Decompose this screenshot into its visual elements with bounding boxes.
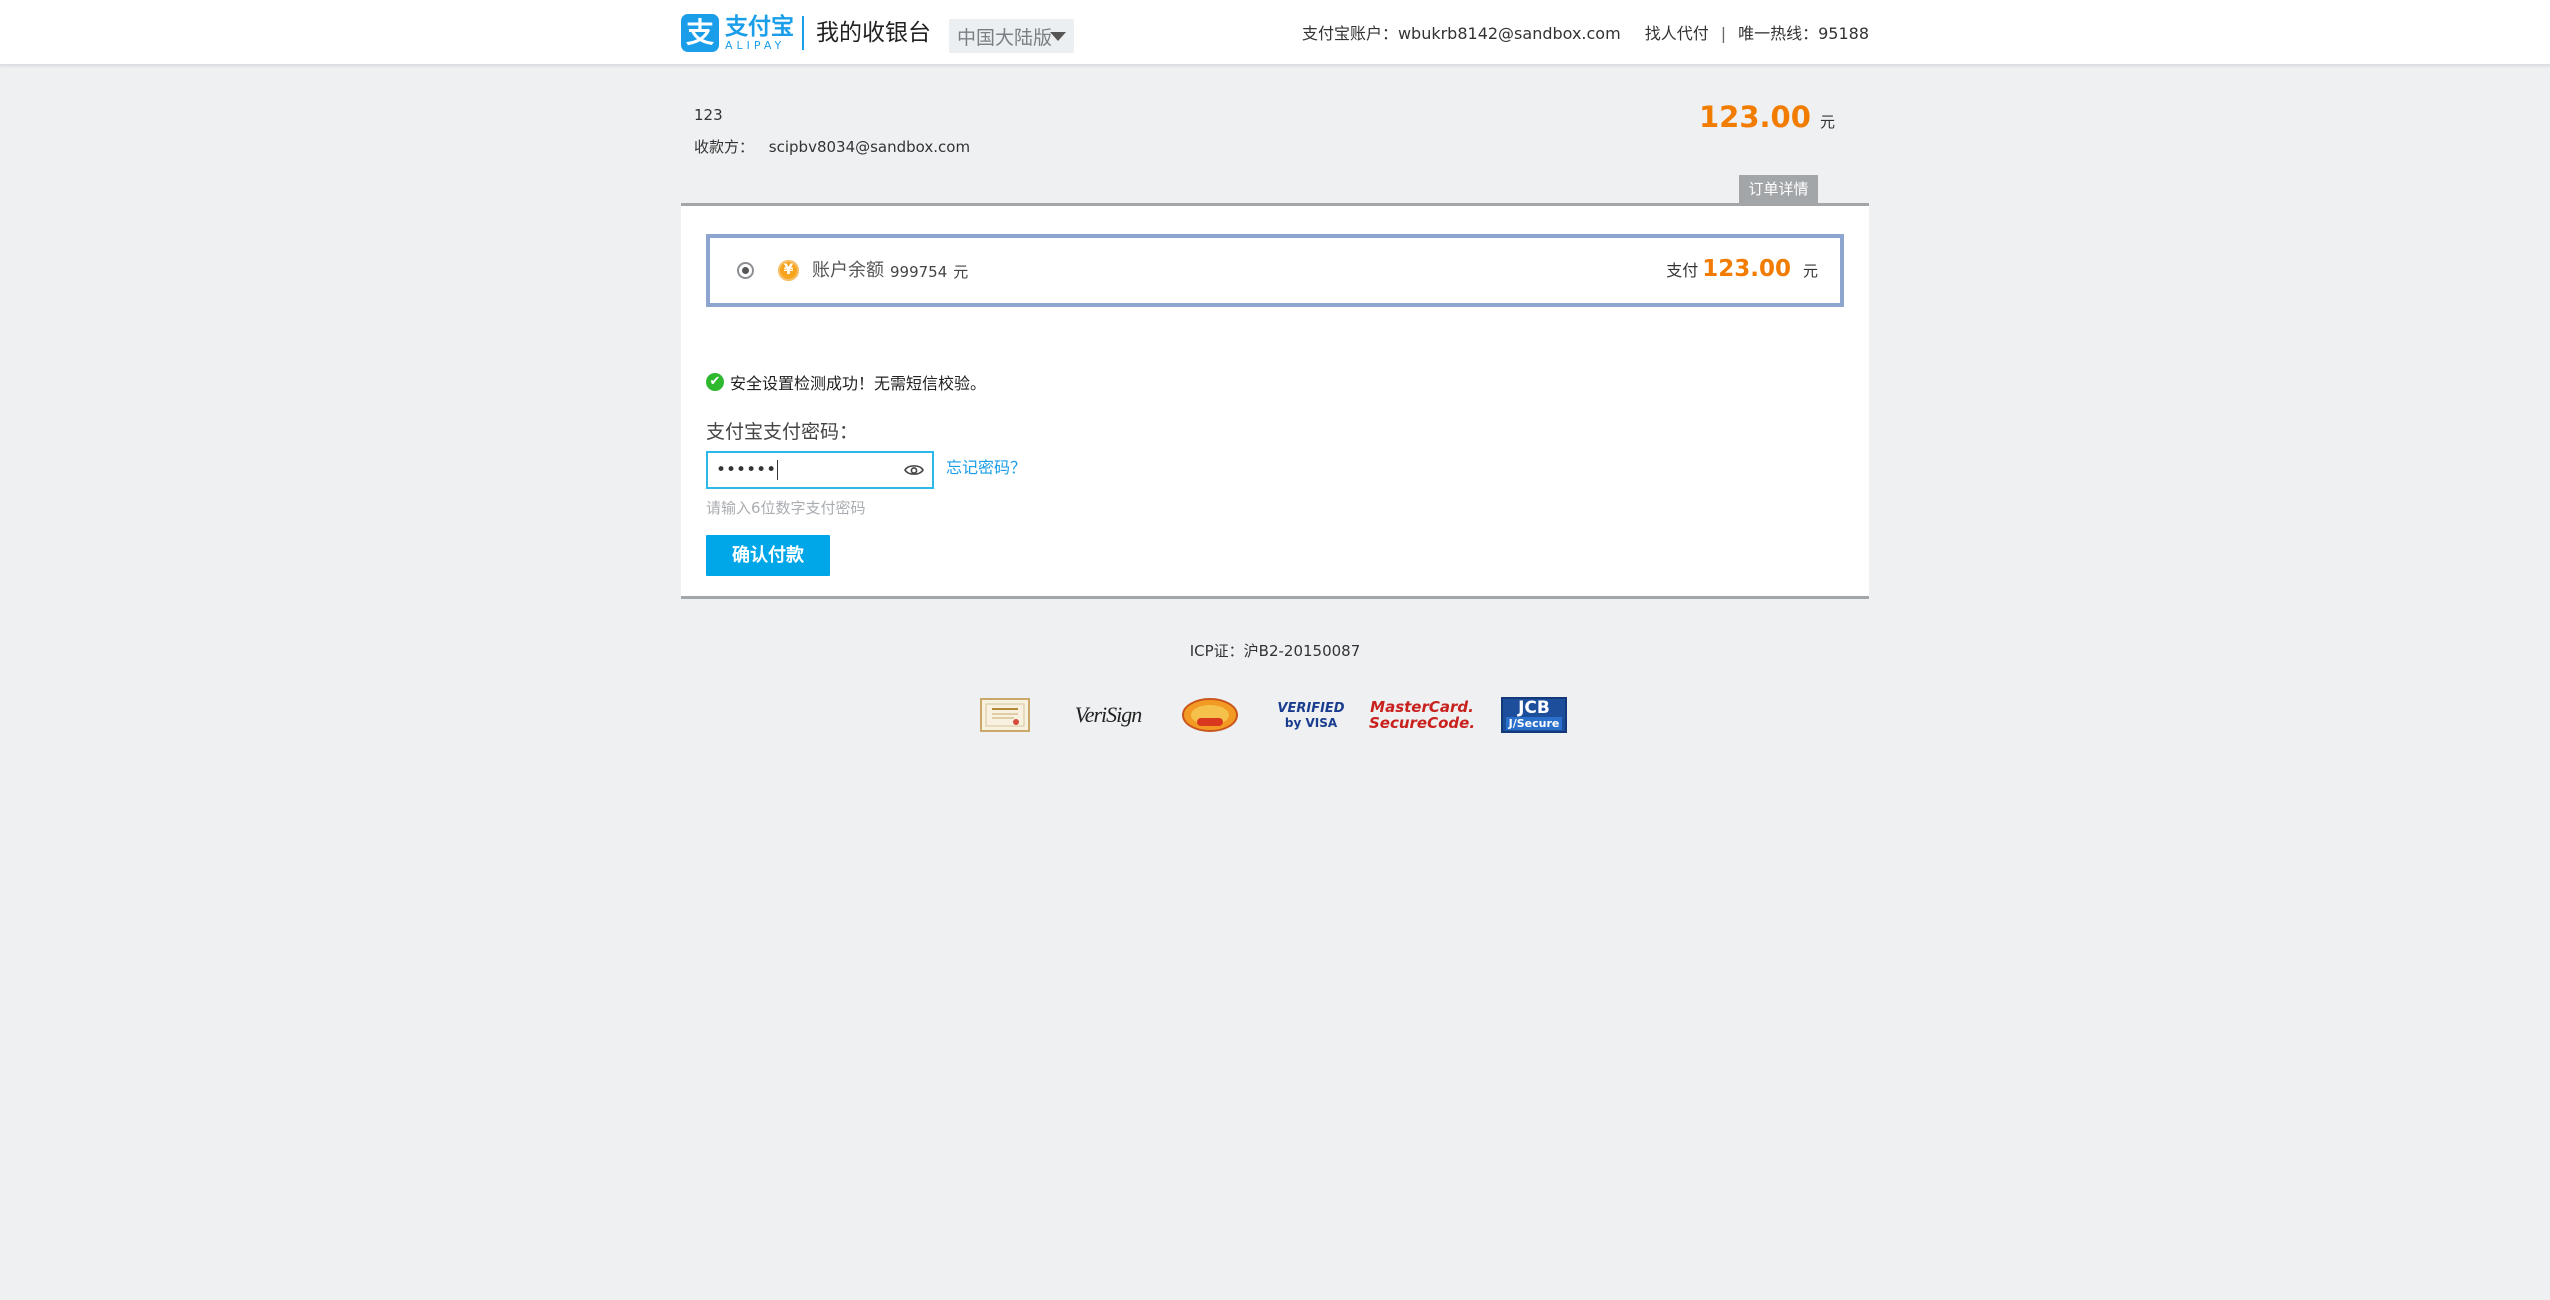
icp-license: ICP证：沪B2-20150087 [1189,642,1361,660]
confirm-payment-button[interactable]: 确认付款 [706,535,830,576]
payee-row: 收款方： scipbv8034@sandbox.com [694,136,970,158]
pay-amount-unit: 元 [1802,262,1818,280]
balance-value: 999754 元 [890,261,968,283]
order-amount-value: 123.00 [1698,100,1811,134]
order-amount: 123.00 元 [1699,100,1835,134]
page-title: 我的收银台 [816,20,931,46]
jcb-line2: J/Secure [1505,717,1563,730]
alipay-logo-icon: 支 [681,14,719,52]
logo-english-text: ALIPAY [725,38,786,52]
eye-icon[interactable] [904,462,924,478]
payment-panel: ¥ 账户余额 999754 元 支付 123.00 元 ✔ 安全设置检测成功！无需… [681,203,1869,599]
pay-label: 支付 [1666,261,1699,280]
header-separator: | [1720,24,1727,43]
balance-unit: 元 [953,263,969,281]
security-certificates: VeriSign VERIFIED by VISA MasterCard. Se… [980,690,1580,740]
security-check-message: ✔ 安全设置检测成功！无需短信校验。 [706,370,986,394]
header-inner: 支 支付宝 ALIPAY 我的收银台 中国大陆版 支付宝账户：wbukrb814… [681,0,1869,66]
verisign-icon[interactable]: VeriSign [1068,690,1148,740]
order-name: 123 [694,106,723,124]
alipay-logo-text: 支付宝 ALIPAY [725,13,794,52]
logo-divider [802,16,804,50]
order-info: 123 收款方： scipbv8034@sandbox.com [694,104,970,158]
check-circle-icon: ✔ [706,373,724,391]
verified-by-visa-icon[interactable]: VERIFIED by VISA [1276,690,1346,740]
mastercard-line1: MasterCard. [1370,698,1474,716]
header-account-info: 支付宝账户：wbukrb8142@sandbox.com 找人代付 | 唯一热线… [1302,24,1869,44]
pay-for-others-link[interactable]: 找人代付 [1645,24,1709,44]
order-amount-unit: 元 [1819,113,1835,131]
visa-line2: by VISA [1284,715,1338,730]
security-text: 安全设置检测成功！无需短信校验。 [730,374,987,393]
secure-seal-icon[interactable] [1180,690,1240,740]
balance-label: 账户余额 [812,260,884,281]
jcb-jsecure-icon[interactable]: JCB J/Secure [1500,690,1568,740]
license-certificate-icon[interactable] [980,690,1030,740]
pay-amount-value: 123.00 [1702,256,1791,282]
yuan-coin-icon: ¥ [778,260,799,281]
hotline-text: 唯一热线：95188 [1738,24,1869,43]
visa-line1: VERIFIED [1277,700,1345,716]
region-select[interactable]: 中国大陆版 [949,19,1074,53]
chevron-down-icon [1050,32,1066,41]
account-label: 支付宝账户：wbukrb8142@sandbox.com [1301,24,1621,43]
balance-radio[interactable] [737,262,754,279]
logo-chinese-text: 支付宝 [725,13,794,40]
jcb-line1: JCB [1518,698,1550,718]
mastercard-line2: SecureCode. [1368,714,1476,732]
password-dots: •••••• [716,460,777,480]
balance-pay-option[interactable]: ¥ 账户余额 999754 元 支付 123.00 元 [706,234,1844,307]
balance-number: 999754 [890,263,948,281]
forgot-password-link[interactable]: 忘记密码？ [946,457,1026,479]
password-input[interactable]: •••••• [706,451,934,489]
payee-account: scipbv8034@sandbox.com [768,138,971,156]
alipay-logo[interactable]: 支 支付宝 ALIPAY [681,14,794,52]
pay-amount: 支付 123.00 元 [1666,256,1818,282]
payee-label: 收款方： [694,138,755,156]
password-hint: 请输入6位数字支付密码 [706,499,866,517]
mastercard-securecode-icon[interactable]: MasterCard. SecureCode. [1369,690,1475,740]
order-detail-tab[interactable]: 订单详情 [1739,175,1818,203]
verisign-text: VeriSign [1074,702,1143,727]
text-caret [777,460,779,480]
top-header: 支 支付宝 ALIPAY 我的收银台 中国大陆版 支付宝账户：wbukrb814… [0,0,2550,66]
password-label: 支付宝支付密码： [706,421,859,443]
region-select-value: 中国大陆版 [957,26,1053,49]
